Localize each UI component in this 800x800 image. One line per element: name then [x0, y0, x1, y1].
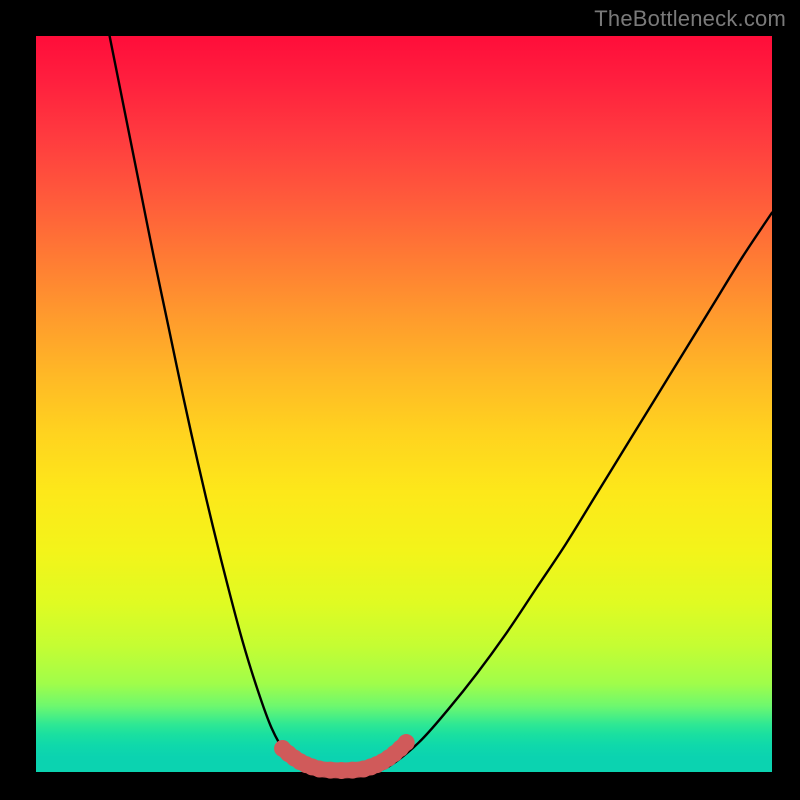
chart-frame: TheBottleneck.com	[0, 0, 800, 800]
watermark-text: TheBottleneck.com	[594, 6, 786, 32]
chart-svg	[36, 36, 772, 772]
curve-layer	[110, 36, 772, 771]
valley-marker-dot	[398, 734, 415, 751]
bottleneck-curve	[110, 36, 772, 771]
plot-area	[36, 36, 772, 772]
marker-layer	[274, 734, 415, 779]
